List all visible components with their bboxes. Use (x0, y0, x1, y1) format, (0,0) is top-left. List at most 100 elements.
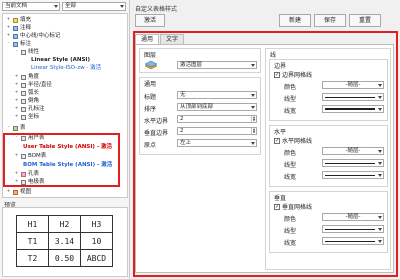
tree-item-arc-length[interactable]: + 弧长 (14, 89, 39, 97)
vertical-lineweight-dropdown[interactable] (322, 237, 384, 245)
expand-icon[interactable]: + (14, 73, 19, 81)
document-filter-dropdown[interactable]: 当前文档 (2, 2, 60, 11)
panel-title: 自定义表格样式 (135, 6, 178, 13)
tree-item-label: 注释 (20, 25, 32, 31)
tree-item-ordinate[interactable]: + 坐标 (14, 113, 39, 121)
tree-item-chamfer[interactable]: + 倒角 (14, 97, 39, 105)
horizontal-margin-stepper[interactable]: 2 ▲ ▼ (177, 115, 257, 123)
new-button[interactable]: 新建 (279, 14, 311, 27)
border-gridline-checkbox[interactable]: ✓ 边界网格线 (274, 70, 312, 79)
expand-icon[interactable]: + (14, 81, 19, 89)
type-filter-dropdown[interactable]: 全部 (62, 2, 126, 11)
expand-icon[interactable]: + (14, 97, 19, 105)
horizontal-lineweight-dropdown[interactable] (322, 171, 384, 179)
vertical-gridline-checkbox[interactable]: ✓ 垂直网格线 (274, 202, 312, 211)
tree-item-linear[interactable]: - 线性 (14, 48, 39, 56)
type-filter-value: 全部 (65, 3, 77, 9)
chevron-down-icon (251, 64, 255, 67)
tree-item-annotation[interactable]: + 注释 (6, 24, 31, 32)
table-row: T2 0.50 ABCD (16, 249, 113, 267)
table-cell: 3.14 (48, 232, 81, 250)
chevron-down-icon (251, 142, 255, 145)
fill-icon (13, 17, 18, 23)
lineweight-sample (325, 108, 375, 110)
border-color-dropdown[interactable]: -随层- (322, 81, 384, 89)
color-label: 颜色 (284, 84, 297, 91)
collapse-icon[interactable]: - (6, 124, 11, 132)
layer-dropdown[interactable]: 激活图层 (177, 61, 257, 69)
chevron-down-icon (378, 162, 382, 165)
line-group-title: 线 (270, 52, 277, 59)
activate-button[interactable]: 激活 (135, 14, 165, 27)
tree-item-linear-style-ansi[interactable]: Linear Style (ANSI) (31, 56, 90, 64)
vertical-margin-label: 垂直边界 (144, 130, 169, 137)
collapse-icon[interactable]: - (14, 48, 19, 56)
tree-item-table[interactable]: -表 (6, 124, 26, 132)
vertical-color-dropdown[interactable]: -随层- (322, 213, 384, 221)
expand-icon[interactable]: + (6, 188, 11, 196)
vertical-margin-stepper[interactable]: 2 ▲ ▼ (177, 127, 257, 135)
tree-item-radius-diameter[interactable]: + 半径/直径 (14, 81, 52, 89)
checkbox-label: 边界网格线 (282, 72, 313, 79)
expand-icon[interactable]: + (6, 16, 11, 24)
save-button[interactable]: 保存 (314, 14, 346, 27)
border-lineweight-dropdown[interactable] (322, 105, 384, 113)
expand-icon[interactable]: + (14, 105, 19, 113)
linetype-label: 线型 (284, 228, 297, 235)
ordinate-icon (21, 114, 26, 120)
spin-arrows-icon[interactable]: ▲ ▼ (251, 116, 256, 122)
horizontal-color-dropdown[interactable]: -随层- (322, 147, 384, 155)
tab-text[interactable]: 文字 (160, 34, 185, 44)
order-dropdown[interactable]: 从顶部到底部 (177, 103, 257, 111)
chevron-down-icon (378, 174, 382, 177)
checkbox-label: 垂直网格线 (282, 204, 313, 211)
horizontal-gridline-checkbox[interactable]: ✓ 水平网格线 (274, 136, 312, 145)
table-cell: ABCD (80, 249, 113, 267)
tree-item-linear-style-iso[interactable]: Linear Style-ISO-zw - 激活 (31, 64, 101, 72)
tree-item-label: Linear Style (ANSI) (31, 57, 90, 63)
spin-arrows-icon[interactable]: ▲ ▼ (251, 128, 256, 134)
tree-item-centerline[interactable]: + 中心线/中心标记 (6, 32, 61, 40)
tree-item-label: 弧长 (28, 90, 40, 96)
tree-item-label: 中心线/中心标记 (20, 33, 61, 39)
horizontal-linetype-dropdown[interactable] (322, 159, 384, 167)
tree-item-label: 表 (20, 125, 26, 131)
order-value: 从顶部到底部 (180, 104, 214, 110)
layer-group-title: 图层 (144, 52, 157, 59)
expand-icon[interactable]: + (14, 89, 19, 97)
origin-dropdown[interactable]: 左上 (177, 139, 257, 147)
tree-item-label: 视图 (20, 189, 32, 195)
expand-icon[interactable]: + (14, 113, 19, 121)
tree-item-fill[interactable]: + 填充 (6, 16, 31, 24)
tree-item-dimension[interactable]: - 标注 (6, 40, 31, 48)
collapse-icon[interactable]: - (6, 40, 11, 48)
tree-item-view[interactable]: + 视图 (6, 188, 31, 196)
border-linetype-dropdown[interactable] (322, 93, 384, 101)
tree-item-label: 坐标 (28, 114, 40, 120)
tree-item-angle[interactable]: + 角度 (14, 73, 39, 81)
tree-item-label: 角度 (28, 74, 40, 80)
chamfer-icon (21, 98, 26, 104)
linetype-sample (325, 97, 375, 98)
vertical-linetype-dropdown[interactable] (322, 225, 384, 233)
table-cell: 10 (80, 232, 113, 250)
annotation-icon (13, 25, 18, 31)
expand-icon[interactable]: + (6, 32, 11, 40)
horizontal-section-title: 水平 (274, 129, 287, 136)
border-section: 边界 ✓ 边界网格线 颜色 -随层- 线型 线宽 (269, 59, 388, 121)
lineweight-label: 线宽 (284, 174, 297, 181)
checkmark-icon: ✓ (274, 137, 280, 144)
color-value: -随层- (345, 148, 361, 154)
expand-icon[interactable]: + (6, 24, 11, 32)
vertical-margin-value: 2 (180, 128, 184, 134)
title-dropdown[interactable]: 无 (177, 91, 257, 99)
checkbox-label: 水平网格线 (282, 138, 313, 145)
border-section-title: 边界 (274, 63, 287, 70)
reset-button[interactable]: 重置 (349, 14, 381, 27)
lineweight-label: 线宽 (284, 108, 297, 115)
tree-item-hole-callout[interactable]: + 孔标注 (14, 105, 45, 113)
table-cell: H3 (80, 215, 113, 233)
chevron-down-icon (54, 5, 58, 8)
table-cell: T1 (16, 232, 49, 250)
style-browser-panel: 当前文档 全部 + 填充 + 注释 + 中心线/中心标记 - 标注 - 线性 Linear… (0, 0, 130, 279)
